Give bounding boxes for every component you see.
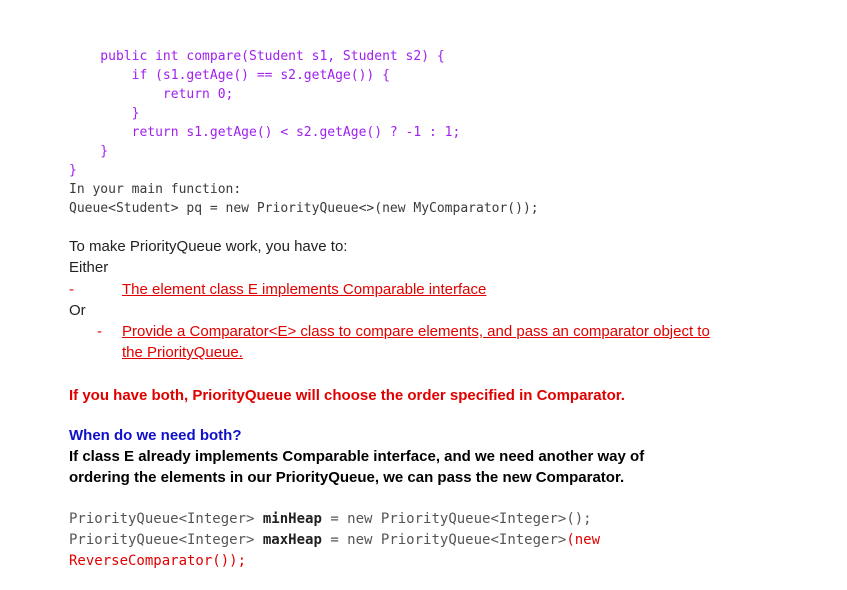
code-line: if (s1.getAge() == s2.getAge()) { [69, 68, 390, 83]
heap-line-2: PriorityQueue<Integer> maxHeap = new Pri… [69, 532, 600, 548]
both-note: If you have both, PriorityQueue will cho… [69, 387, 625, 404]
either-label: Either [69, 259, 109, 276]
main-label: In your main function: [69, 182, 242, 197]
code-new: (new [566, 532, 601, 548]
main-function-code: In your main function: Queue<Student> pq… [69, 180, 539, 218]
comparator-code-block: public int compare(Student s1, Student s… [69, 47, 460, 180]
heap-line-3: ReverseComparator()); [69, 553, 247, 569]
answer-line-2: ordering the elements in our PriorityQue… [69, 469, 625, 486]
option2-link-line1[interactable]: Provide a Comparator<E> class to compare… [122, 322, 710, 342]
heap-code-block: PriorityQueue<Integer> minHeap = new Pri… [69, 509, 600, 572]
heap-line-1: PriorityQueue<Integer> minHeap = new Pri… [69, 511, 592, 527]
code-line: return 0; [69, 87, 234, 102]
question-heading: When do we need both? [69, 427, 242, 444]
option1-link[interactable]: The element class E implements Comparabl… [122, 280, 486, 300]
code-line: } [69, 144, 109, 159]
intro-text: To make PriorityQueue work, you have to: [69, 238, 348, 255]
code-line: return s1.getAge() < s2.getAge() ? -1 : … [69, 125, 461, 140]
code-line: public int compare(Student s1, Student s… [69, 49, 445, 64]
code-type: PriorityQueue<Integer> [69, 532, 263, 548]
min-heap-var: minHeap [262, 511, 322, 527]
option2-link-line2[interactable]: the PriorityQueue. [122, 343, 243, 363]
option2-dash: - [97, 323, 102, 340]
or-label: Or [69, 302, 86, 319]
code-rest: = new PriorityQueue<Integer> [321, 532, 567, 548]
code-line: } [69, 106, 140, 121]
code-rest: = new PriorityQueue<Integer>(); [321, 511, 592, 527]
code-line: } [69, 163, 77, 178]
option1-dash: - [69, 281, 74, 298]
code-type: PriorityQueue<Integer> [69, 511, 263, 527]
max-heap-var: maxHeap [262, 532, 322, 548]
queue-line: Queue<Student> pq = new PriorityQueue<>(… [69, 201, 539, 216]
answer-line-1: If class E already implements Comparable… [69, 448, 645, 465]
